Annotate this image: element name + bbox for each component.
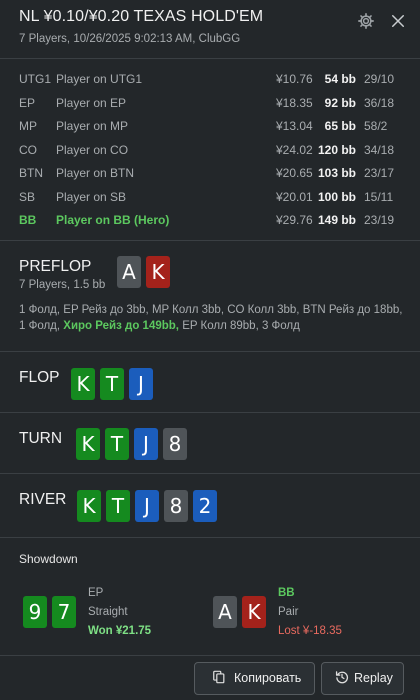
hero-action: Хиро Рейз до 149bb, [63,320,179,332]
gear-icon[interactable] [357,12,375,30]
close-icon[interactable] [389,12,407,30]
player-stats: 58/2 [364,119,388,133]
divider [0,240,420,241]
copy-button-label: Копировать [234,671,302,685]
player-stats: 23/19 [364,213,395,227]
board-card: J [129,368,153,400]
player-row: BTN Player on BTN ¥20.65 103 bb 23/17 [0,162,420,186]
board-card: K [77,490,101,522]
player-stack-bb: 65 bb [324,119,356,133]
preflop-actions-line: 1 Фолд, EP Рейз до 3bb, MP Колл 3bb, CO … [19,304,403,316]
board-card: K [71,368,95,400]
player-row: MP Player on MP ¥13.04 65 bb 58/2 [0,115,420,139]
player-stack-money: ¥20.01 [276,189,313,204]
players-list: UTG1 Player on UTG1 ¥10.76 54 bb 29/10 E… [0,68,420,233]
player-name: Player on UTG1 [56,72,143,86]
player-name: Player on BB (Hero) [56,213,170,227]
showdown-card: 7 [52,596,76,628]
showdown-card: K [242,596,266,628]
player-stack-bb: 103 bb [317,166,356,180]
divider [0,351,420,352]
divider [0,58,420,59]
player-stack-money: ¥29.76 [276,213,313,227]
board-card: 2 [193,490,217,522]
copy-icon [213,670,225,684]
showdown-result: Lost ¥-18.35 [278,625,342,637]
player-row: CO Player on CO ¥24.02 120 bb 34/18 [0,139,420,163]
divider [0,473,420,474]
action-text: 1 Фолд, [19,320,64,332]
board-card: T [106,490,130,522]
showdown-position: EP [88,587,104,599]
showdown-card: 9 [23,596,47,628]
player-stack-bb: 92 bb [324,95,356,110]
player-stack-money: ¥10.76 [276,72,313,86]
player-stats: 34/18 [364,142,395,157]
board-card: J [134,428,158,460]
player-stack-bb: 120 bb [317,142,356,157]
showdown-position: BB [278,587,295,599]
showdown-card: A [213,596,237,628]
player-stats: 23/17 [364,166,395,180]
preflop-title: PREFLOP [19,258,92,275]
player-name: Player on CO [56,142,129,157]
river-title: RIVER [19,491,67,508]
player-stack-money: ¥18.35 [276,95,313,110]
header: NL ¥0.10/¥0.20 TEXAS HOLD'EM 7 Players, … [0,0,420,58]
showdown-title: Showdown [19,552,78,566]
player-name: Player on MP [56,119,129,133]
divider [0,537,420,538]
player-stack-money: ¥20.65 [276,166,313,180]
replay-icon [335,671,349,684]
player-row: UTG1 Player on UTG1 ¥10.76 54 bb 29/10 [0,68,420,92]
hero-card: K [146,256,170,288]
action-text: EP Колл 89bb, 3 Фолд [179,320,300,332]
player-stack-money: ¥13.04 [276,119,313,133]
hand-title: NL ¥0.10/¥0.20 TEXAS HOLD'EM [19,8,264,25]
showdown-result: Won ¥21.75 [88,625,152,637]
player-position: SB [19,189,36,204]
hand-subtitle: 7 Players, 10/26/2025 9:02:13 AM, ClubGG [19,33,241,45]
player-row: EP Player on EP ¥18.35 92 bb 36/18 [0,92,420,116]
board-card: T [105,428,129,460]
player-stack-bb: 54 bb [324,72,356,86]
player-position: MP [19,119,37,133]
player-row: SB Player on SB ¥20.01 100 bb 15/11 [0,186,420,210]
player-stack-bb: 149 bb [317,213,356,227]
player-name: Player on SB [56,189,127,204]
preflop-info: 7 Players, 1.5 bb [19,279,106,291]
hero-player-row: BB Player on BB (Hero) ¥29.76 149 bb 23/… [0,209,420,233]
replay-button-label: Replay [354,671,393,685]
copy-button[interactable]: Копировать [194,662,315,695]
board-card: T [100,368,124,400]
player-name: Player on BTN [56,166,135,180]
flop-title: FLOP [19,369,60,386]
board-card: J [135,490,159,522]
showdown-hand: Straight [88,606,128,618]
divider [0,412,420,413]
player-stack-bb: 100 bb [317,189,356,204]
hero-card: A [117,256,141,288]
player-position: EP [19,95,36,110]
player-stack-money: ¥24.02 [276,142,313,157]
player-position: BTN [19,166,43,180]
replay-button[interactable]: Replay [321,662,404,695]
player-stats: 15/11 [364,189,394,204]
player-position: UTG1 [19,72,52,86]
player-position: BB [19,213,37,227]
turn-title: TURN [19,430,63,447]
board-card: 8 [163,428,187,460]
showdown-hand: Pair [278,606,299,618]
player-stats: 29/10 [364,72,395,86]
player-position: CO [19,142,37,157]
board-card: 8 [164,490,188,522]
preflop-actions-line: 1 Фолд, Хиро Рейз до 149bb, EP Колл 89bb… [19,318,404,334]
board-card: K [76,428,100,460]
player-name: Player on EP [56,95,127,110]
player-stats: 36/18 [364,95,395,110]
